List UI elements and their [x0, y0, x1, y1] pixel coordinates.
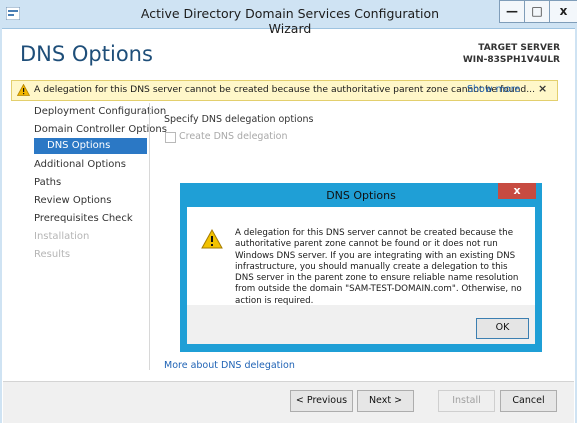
- target-server-name: WIN-83SPH1V4ULR: [462, 55, 560, 65]
- title-bar: Active Directory Domain Services Configu…: [0, 0, 577, 36]
- dialog-body: A delegation for this DNS server cannot …: [187, 207, 535, 344]
- create-dns-delegation-label: Create DNS delegation: [179, 131, 288, 142]
- create-dns-delegation-checkbox[interactable]: [165, 132, 176, 143]
- app-icon: [6, 7, 20, 20]
- maximize-button[interactable]: □: [524, 0, 550, 23]
- warning-close-icon[interactable]: ×: [538, 82, 547, 95]
- nav-item-additional-options[interactable]: Additional Options: [34, 159, 126, 170]
- more-about-dns-delegation-link[interactable]: More about DNS delegation: [164, 360, 295, 371]
- dialog-title: DNS Options: [326, 189, 396, 202]
- warning-icon: [17, 84, 30, 96]
- ok-button[interactable]: OK: [476, 318, 529, 339]
- minimize-button[interactable]: —: [499, 0, 525, 23]
- install-button: Install: [438, 390, 495, 412]
- window-frame-left: [0, 28, 2, 423]
- window-title: Active Directory Domain Services Configu…: [140, 6, 440, 36]
- nav-item-prerequisites-check[interactable]: Prerequisites Check: [34, 213, 133, 224]
- dialog-close-button[interactable]: x: [498, 183, 536, 199]
- previous-button[interactable]: < Previous: [290, 390, 353, 412]
- nav-item-results: Results: [34, 249, 71, 260]
- nav-item-review-options[interactable]: Review Options: [34, 195, 111, 206]
- next-button[interactable]: Next >: [357, 390, 414, 412]
- cancel-button[interactable]: Cancel: [500, 390, 557, 412]
- nav-item-deployment-configuration[interactable]: Deployment Configuration: [34, 106, 166, 117]
- nav-divider: [149, 103, 150, 370]
- warning-bar: A delegation for this DNS server cannot …: [11, 80, 558, 101]
- page-title: DNS Options: [20, 42, 153, 66]
- nav-item-domain-controller-options[interactable]: Domain Controller Options: [34, 124, 167, 135]
- nav-item-dns-options[interactable]: DNS Options: [34, 138, 147, 154]
- warning-icon: [201, 229, 223, 249]
- nav-item-label: DNS Options: [47, 140, 111, 151]
- dialog-message: A delegation for this DNS server cannot …: [235, 228, 522, 306]
- show-more-link[interactable]: Show more: [467, 84, 520, 95]
- window-close-button[interactable]: x: [549, 0, 577, 23]
- delegation-options-label: Specify DNS delegation options: [164, 114, 314, 125]
- target-server-label: TARGET SERVER: [478, 43, 560, 53]
- nav-item-paths[interactable]: Paths: [34, 177, 61, 188]
- nav-item-installation: Installation: [34, 231, 90, 242]
- dns-options-dialog: DNS Options x A delegation for this DNS …: [180, 183, 542, 352]
- warning-text: A delegation for this DNS server cannot …: [34, 84, 536, 95]
